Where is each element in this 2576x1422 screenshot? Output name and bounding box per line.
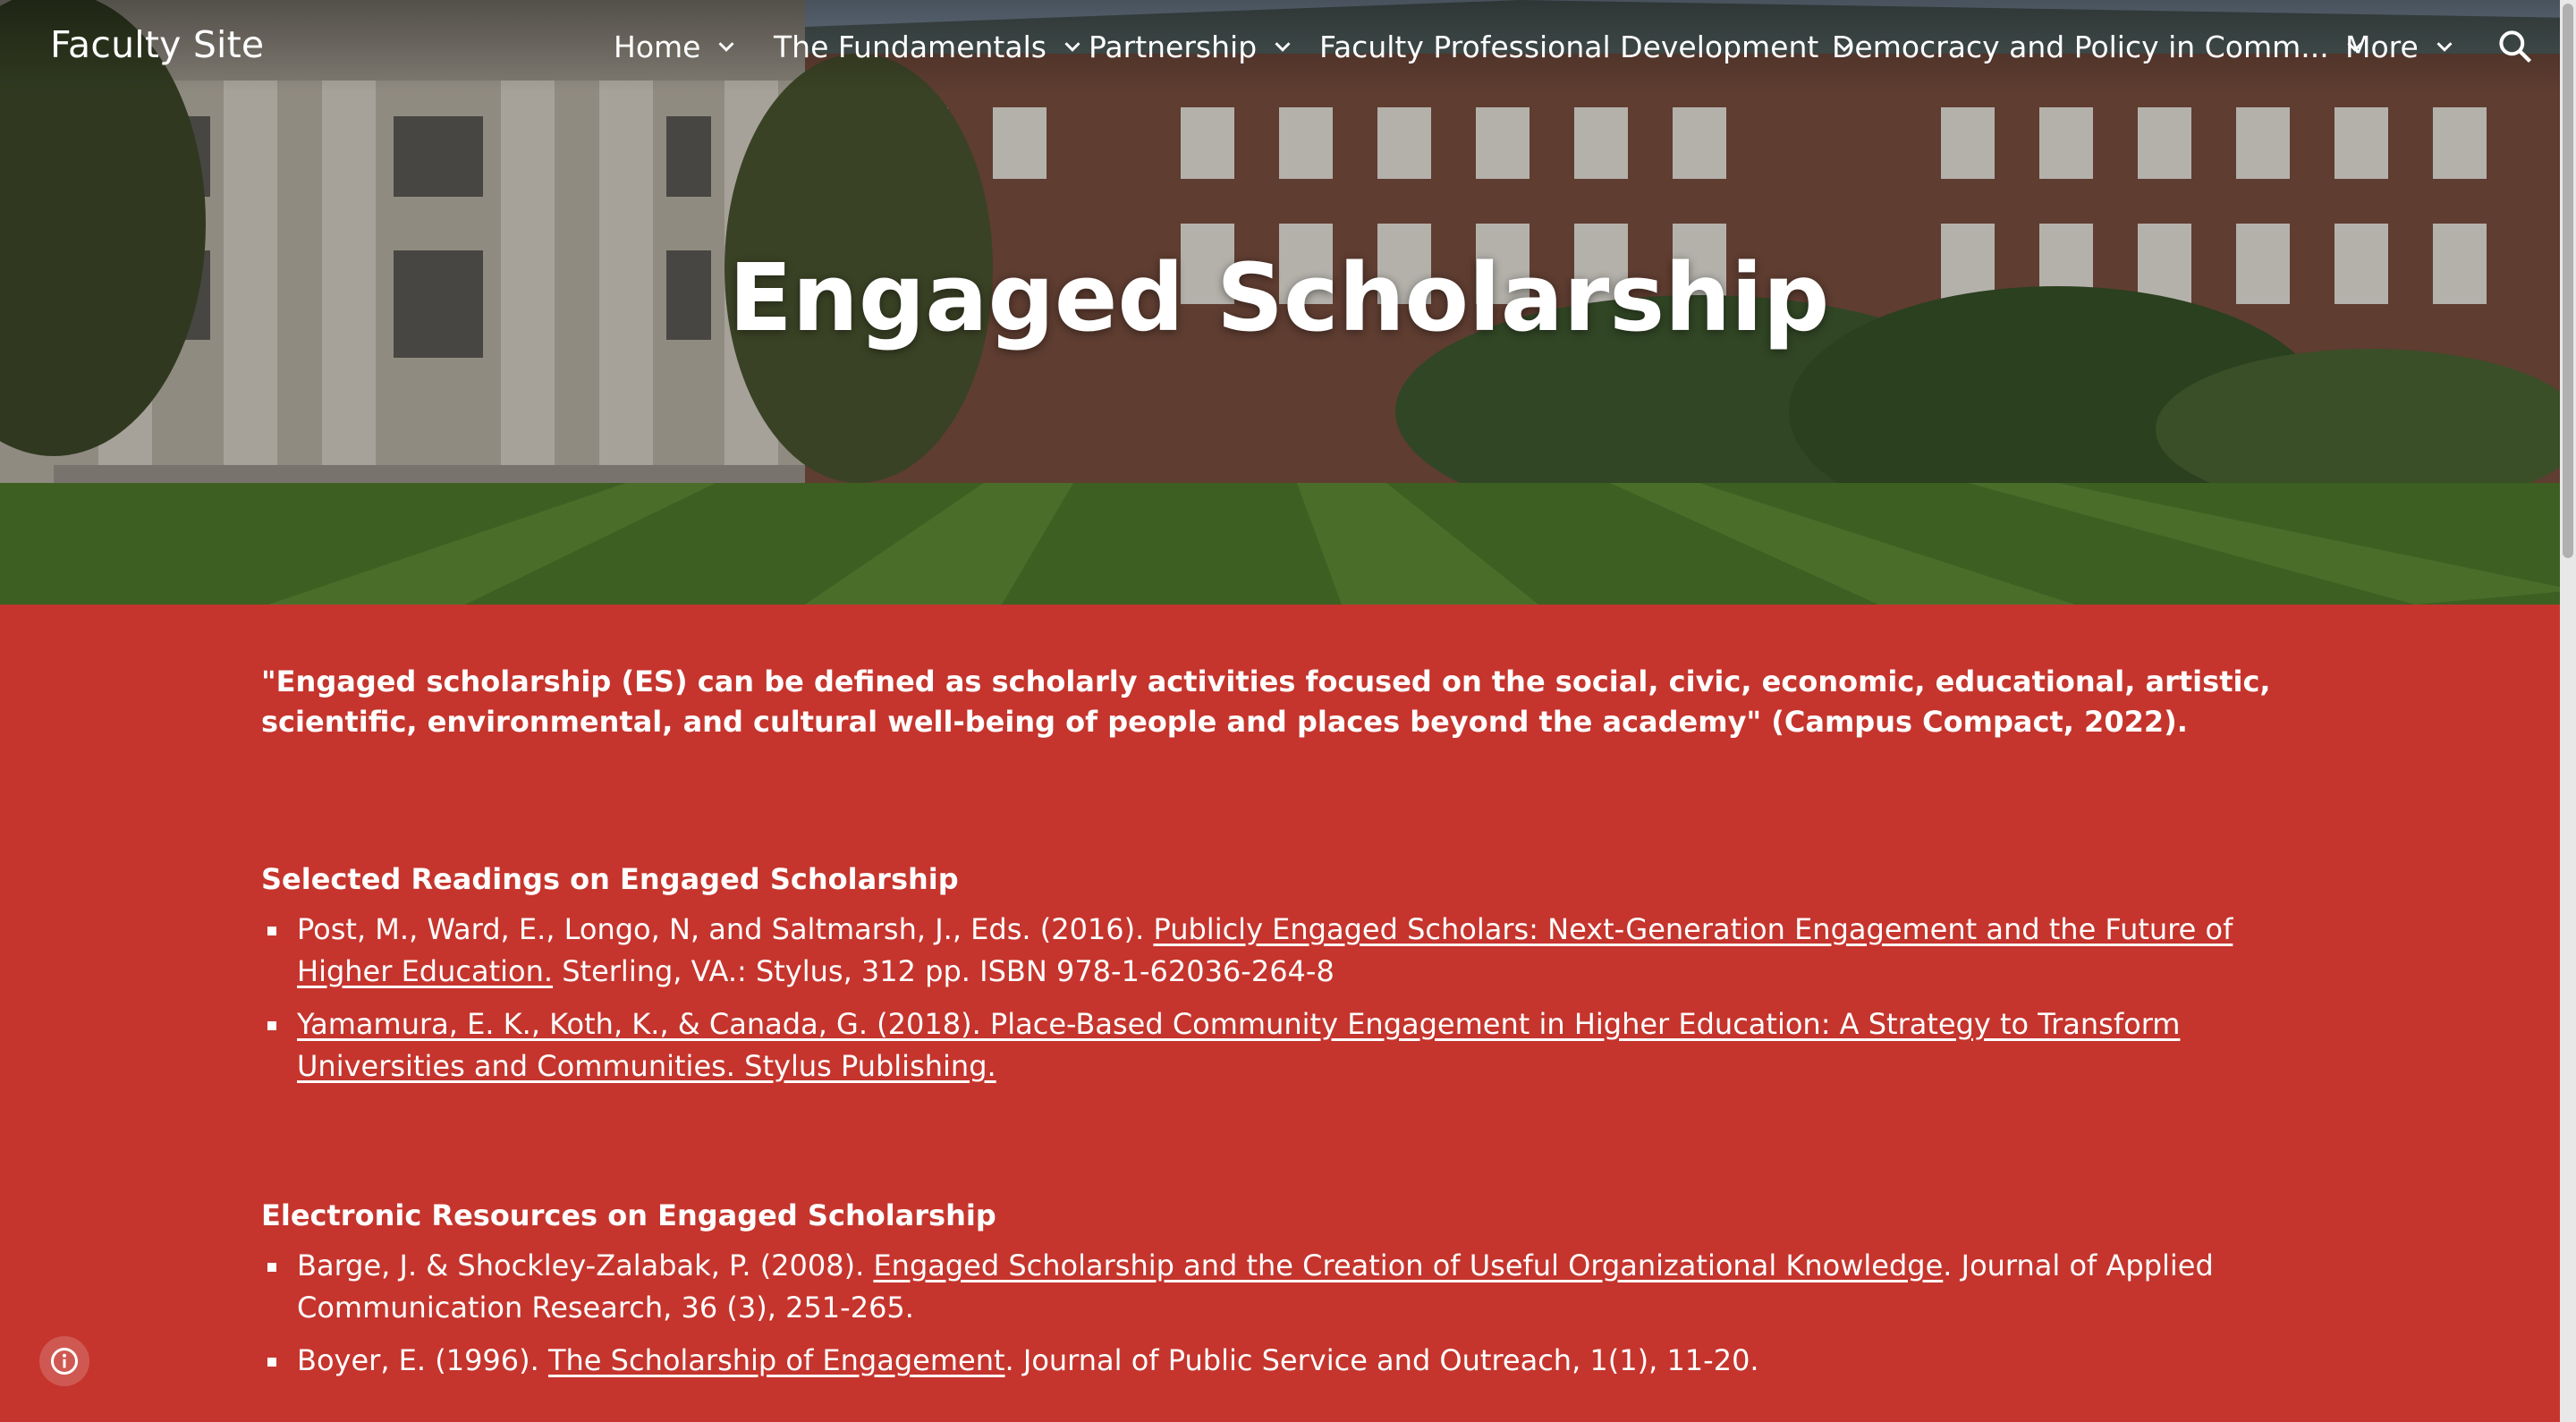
nav-item-label: Partnership (1089, 29, 1258, 64)
search-icon[interactable] (2496, 27, 2535, 66)
nav-item-faculty-professional-development[interactable]: Faculty Professional Development (1319, 25, 1858, 68)
list-item: Boyer, E. (1996). The Scholarship of Eng… (261, 1340, 2309, 1382)
info-icon (51, 1348, 78, 1375)
site-title-link[interactable]: Faculty Site (50, 23, 264, 66)
intro-quote: "Engaged scholarship (ES) can be defined… (261, 664, 2271, 739)
reference-details: Sterling, VA.: Stylus, 312 pp. ISBN 978-… (553, 954, 1335, 988)
top-navigation: Faculty Site Home The Fundamentals Partn… (0, 0, 2576, 93)
reference-details: . Journal of Public Service and Outreach… (1004, 1343, 1759, 1377)
list-item: Yamamura, E. K., Koth, K., & Canada, G. … (261, 1003, 2309, 1088)
selected-readings-list: Post, M., Ward, E., Longo, N, and Saltma… (261, 909, 2309, 1088)
reference-link[interactable]: The Scholarship of Engagement (548, 1343, 1005, 1377)
reference-authors: Boyer, E. (1996). (297, 1343, 548, 1377)
nav-item-democracy-and-policy[interactable]: Democracy and Policy in Comm... (1832, 25, 2368, 68)
main-content: "Engaged scholarship (ES) can be defined… (261, 662, 2309, 1392)
page-scrollbar[interactable] (2560, 0, 2576, 1422)
selected-readings-heading: Selected Readings on Engaged Scholarship (261, 862, 959, 896)
nav-item-label: More (2345, 29, 2419, 64)
reference-authors: Post, M., Ward, E., Longo, N, and Saltma… (297, 912, 1154, 946)
nav-item-home[interactable]: Home (614, 25, 740, 68)
reference-link[interactable]: Yamamura, E. K., Koth, K., & Canada, G. … (297, 1007, 2180, 1083)
reference-link[interactable]: Engaged Scholarship and the Creation of … (873, 1248, 1943, 1282)
chevron-down-icon[interactable] (1059, 33, 1086, 60)
electronic-resources-heading: Electronic Resources on Engaged Scholars… (261, 1198, 996, 1232)
nav-item-the-fundamentals[interactable]: The Fundamentals (774, 25, 1086, 68)
nav-item-more[interactable]: More (2345, 25, 2458, 68)
list-item: Barge, J. & Shockley-Zalabak, P. (2008).… (261, 1245, 2309, 1329)
chevron-down-icon[interactable] (2431, 33, 2458, 60)
nav-item-label: Democracy and Policy in Comm... (1832, 29, 2329, 64)
nav-item-label: Home (614, 29, 701, 64)
list-item: Post, M., Ward, E., Longo, N, and Saltma… (261, 909, 2309, 993)
nav-item-partnership[interactable]: Partnership (1089, 25, 1296, 68)
chevron-down-icon[interactable] (1269, 33, 1296, 60)
chevron-down-icon[interactable] (713, 33, 740, 60)
nav-item-label: The Fundamentals (774, 29, 1046, 64)
nav-item-label: Faculty Professional Development (1319, 29, 1819, 64)
reference-authors: Barge, J. & Shockley-Zalabak, P. (2008). (297, 1248, 874, 1282)
scrollbar-thumb[interactable] (2563, 4, 2573, 558)
electronic-resources-list: Barge, J. & Shockley-Zalabak, P. (2008).… (261, 1245, 2309, 1382)
site-info-button[interactable] (39, 1336, 89, 1386)
page-title: Engaged Scholarship (728, 243, 1830, 352)
